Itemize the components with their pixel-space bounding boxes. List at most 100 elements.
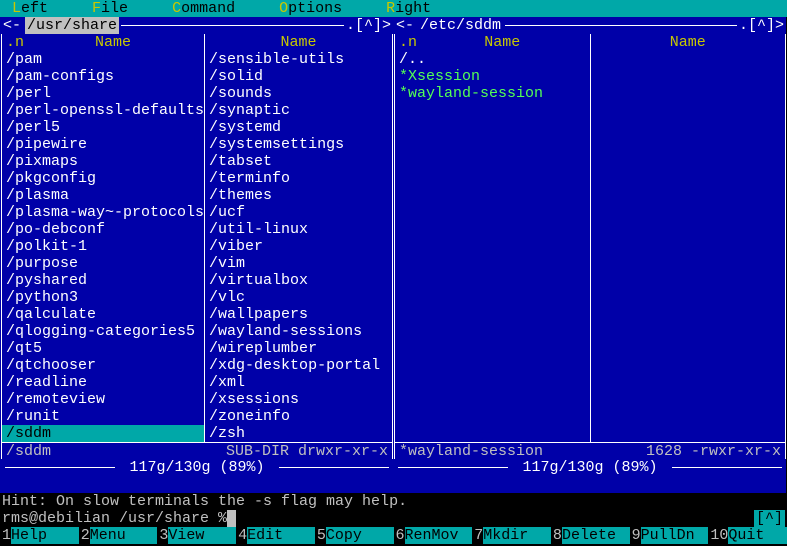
- fkey-renmov[interactable]: 6RenMov: [394, 527, 473, 544]
- fkey-pulldn[interactable]: 9PullDn: [630, 527, 709, 544]
- file-list[interactable]: /..*Xsession*wayland-session: [395, 51, 590, 102]
- list-item[interactable]: /qlogging-categories5: [2, 323, 204, 340]
- list-item[interactable]: /remoteview: [2, 391, 204, 408]
- list-item[interactable]: /tabset: [205, 153, 392, 170]
- list-item[interactable]: /zsh: [205, 425, 392, 442]
- right-col-2: Name: [590, 34, 786, 442]
- hint-text: Hint: On slow terminals the -s flag may …: [2, 493, 785, 510]
- status-filename: *wayland-session: [399, 443, 646, 459]
- list-item[interactable]: /zoneinfo: [205, 408, 392, 425]
- list-item[interactable]: *wayland-session: [395, 85, 590, 102]
- fkey-quit[interactable]: 10Quit: [708, 527, 787, 544]
- left-panel-disk: 117g/130g (89%): [1, 459, 393, 476]
- fkey-mkdir[interactable]: 7Mkdir: [472, 527, 551, 544]
- list-item[interactable]: /ucf: [205, 204, 392, 221]
- col-header-name: Name: [415, 34, 590, 51]
- fkey-delete[interactable]: 8Delete: [551, 527, 630, 544]
- right-col-1: .n Name /..*Xsession*wayland-session: [395, 34, 590, 442]
- list-item[interactable]: /qalculate: [2, 306, 204, 323]
- menu-command[interactable]: Command: [170, 0, 237, 17]
- menu-right[interactable]: Right: [384, 0, 433, 17]
- list-item[interactable]: /plasma: [2, 187, 204, 204]
- list-item[interactable]: /util-linux: [205, 221, 392, 238]
- list-item[interactable]: /qt5: [2, 340, 204, 357]
- list-item[interactable]: /virtualbox: [205, 272, 392, 289]
- list-item[interactable]: /systemd: [205, 119, 392, 136]
- left-panel-corner[interactable]: .[^]>: [346, 17, 393, 34]
- list-item[interactable]: /..: [395, 51, 590, 68]
- list-item[interactable]: /perl5: [2, 119, 204, 136]
- list-item[interactable]: /wireplumber: [205, 340, 392, 357]
- list-item[interactable]: /perl-openssl-defaults: [2, 102, 204, 119]
- list-item[interactable]: /systemsettings: [205, 136, 392, 153]
- fkey-menu[interactable]: 2Menu: [79, 527, 158, 544]
- list-item[interactable]: /pam: [2, 51, 204, 68]
- prompt-corner[interactable]: [^]: [754, 510, 785, 527]
- fkey-edit[interactable]: 4Edit: [236, 527, 315, 544]
- col-header-name: Name: [591, 34, 786, 51]
- status-filename: /sddm: [6, 443, 226, 459]
- right-col2-header: Name: [591, 34, 786, 51]
- col-header-n: .n: [395, 34, 415, 51]
- right-col1-header: .n Name: [395, 34, 590, 51]
- list-item[interactable]: /pipewire: [2, 136, 204, 153]
- list-item[interactable]: /wayland-sessions: [205, 323, 392, 340]
- list-item[interactable]: /vlc: [205, 289, 392, 306]
- right-panel-corner[interactable]: .[^]>: [739, 17, 786, 34]
- shell-prompt[interactable]: rms@debilian /usr/share %: [2, 510, 227, 527]
- list-item[interactable]: /terminfo: [205, 170, 392, 187]
- list-item[interactable]: *Xsession: [395, 68, 590, 85]
- list-item[interactable]: /xsessions: [205, 391, 392, 408]
- list-item[interactable]: /sounds: [205, 85, 392, 102]
- list-item[interactable]: /pam-configs: [2, 68, 204, 85]
- right-panel-status: *wayland-session 1628 -rwxr-xr-x: [394, 442, 786, 459]
- list-item[interactable]: /sensible-utils: [205, 51, 392, 68]
- disk-usage: 117g/130g (89%): [522, 459, 657, 476]
- menu-left[interactable]: Left: [10, 0, 50, 17]
- list-item[interactable]: /qtchooser: [2, 357, 204, 374]
- fkey-help[interactable]: 1Help: [0, 527, 79, 544]
- col-header-name: Name: [205, 34, 392, 51]
- list-item[interactable]: /readline: [2, 374, 204, 391]
- list-item[interactable]: /vim: [205, 255, 392, 272]
- menu-file[interactable]: File: [90, 0, 130, 17]
- list-item[interactable]: /solid: [205, 68, 392, 85]
- list-item[interactable]: /python3: [2, 289, 204, 306]
- menubar[interactable]: Left File Command Options Right: [0, 0, 787, 17]
- file-list[interactable]: /sensible-utils/solid/sounds/synaptic/sy…: [205, 51, 392, 442]
- right-arrow-icon: <-: [394, 17, 414, 34]
- list-item[interactable]: /xml: [205, 374, 392, 391]
- list-item[interactable]: /polkit-1: [2, 238, 204, 255]
- list-item[interactable]: /pyshared: [2, 272, 204, 289]
- list-item[interactable]: /pixmaps: [2, 153, 204, 170]
- list-item[interactable]: /themes: [205, 187, 392, 204]
- left-panel-body: .n Name /pam/pam-configs/perl/perl-opens…: [1, 34, 393, 442]
- list-item[interactable]: /viber: [205, 238, 392, 255]
- fkey-copy[interactable]: 5Copy: [315, 527, 394, 544]
- left-col-1: .n Name /pam/pam-configs/perl/perl-opens…: [2, 34, 204, 442]
- right-panel-path[interactable]: /etc/sddm: [418, 17, 503, 34]
- list-item[interactable]: /po-debconf: [2, 221, 204, 238]
- right-panel-disk: 117g/130g (89%): [394, 459, 786, 476]
- list-item[interactable]: /perl: [2, 85, 204, 102]
- left-col1-header: .n Name: [2, 34, 204, 51]
- list-item[interactable]: /synaptic: [205, 102, 392, 119]
- left-panel-header: <- /usr/share .[^]>: [1, 17, 393, 34]
- right-panel: <- /etc/sddm .[^]> .n Name /..*Xsession*…: [393, 17, 786, 493]
- list-item[interactable]: /wallpapers: [205, 306, 392, 323]
- list-item[interactable]: /plasma-way~-protocols: [2, 204, 204, 221]
- file-list[interactable]: /pam/pam-configs/perl/perl-openssl-defau…: [2, 51, 204, 442]
- list-item[interactable]: /xdg-desktop-portal: [205, 357, 392, 374]
- col-header-n: .n: [2, 34, 22, 51]
- left-panel-path[interactable]: /usr/share: [25, 17, 119, 34]
- status-info: SUB-DIR drwxr-xr-x: [226, 443, 388, 459]
- list-item[interactable]: /purpose: [2, 255, 204, 272]
- list-item[interactable]: /sddm: [2, 425, 204, 442]
- fkey-view[interactable]: 3View: [157, 527, 236, 544]
- left-panel-status: /sddm SUB-DIR drwxr-xr-x: [1, 442, 393, 459]
- right-panel-header: <- /etc/sddm .[^]>: [394, 17, 786, 34]
- menu-options[interactable]: Options: [277, 0, 344, 17]
- list-item[interactable]: /runit: [2, 408, 204, 425]
- cursor-icon: [227, 510, 236, 527]
- list-item[interactable]: /pkgconfig: [2, 170, 204, 187]
